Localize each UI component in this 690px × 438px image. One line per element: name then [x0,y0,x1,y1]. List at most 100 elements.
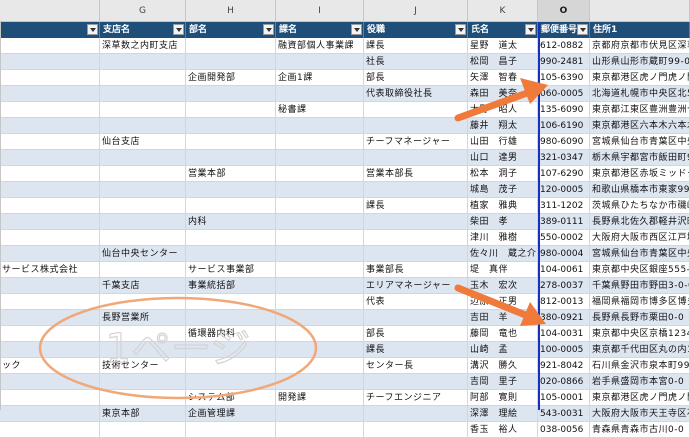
cell-department[interactable]: 事業統括部 [186,278,276,294]
cell-company[interactable] [0,214,100,230]
cell-name[interactable]: 阿部 寛則 [468,390,538,406]
cell-department[interactable] [186,86,276,102]
cell-position[interactable]: 社長 [364,54,468,70]
cell-section[interactable] [276,278,364,294]
cell-postal-code[interactable]: 107-6290 [538,166,590,182]
cell-position[interactable] [364,214,468,230]
cell-position[interactable]: センター長 [364,358,468,374]
cell-postal-code[interactable]: 321-0347 [538,150,590,166]
cell-address[interactable]: 東京都港区虎ノ門虎ノ門 [590,390,690,406]
cell-section[interactable] [276,150,364,166]
cell-branch[interactable] [100,182,186,198]
cell-department[interactable]: 営業本部 [186,166,276,182]
column-letter-g[interactable]: G [100,0,186,22]
cell-name[interactable]: 玉木 宏次 [468,278,538,294]
cell-branch[interactable] [100,422,186,438]
cell-section[interactable] [276,406,364,422]
cell-branch[interactable] [100,342,186,358]
cell-postal-code[interactable]: 980-6090 [538,134,590,150]
cell-company[interactable] [0,134,100,150]
cell-department[interactable]: サービス事業部 [186,262,276,278]
cell-position[interactable] [364,118,468,134]
cell-department[interactable]: システム部 [186,390,276,406]
cell-address[interactable]: 東京都千代田区丸の内1 [590,342,690,358]
cell-name[interactable]: 星野 道太 [468,38,538,54]
column-letter-o[interactable]: O [538,0,590,22]
cell-department[interactable] [186,118,276,134]
cell-name[interactable]: 松岡 昌子 [468,54,538,70]
cell-company[interactable] [0,118,100,134]
cell-company[interactable] [0,70,100,86]
cell-address[interactable]: 東京都港区赤坂ミッドタ [590,166,690,182]
cell-position[interactable]: チーフエンジニア [364,390,468,406]
cell-department[interactable] [186,422,276,438]
cell-postal-code[interactable]: 612-0882 [538,38,590,54]
cell-department[interactable] [186,134,276,150]
cell-company[interactable] [0,54,100,70]
cell-position[interactable]: 営業本部長 [364,166,468,182]
cell-name[interactable]: 矢澤 智春 [468,70,538,86]
cell-section[interactable] [276,294,364,310]
cell-department[interactable] [186,374,276,390]
cell-postal-code[interactable]: 120-0005 [538,182,590,198]
filter-dropdown-icon[interactable] [525,24,536,35]
cell-name[interactable]: 深澤 理絵 [468,406,538,422]
cell-company[interactable] [0,246,100,262]
cell-position[interactable] [364,246,468,262]
cell-address[interactable]: 大阪府大阪市天王寺区石 [590,406,690,422]
cell-branch[interactable]: 千葉支店 [100,278,186,294]
cell-position[interactable]: 課長 [364,38,468,54]
cell-department[interactable]: 企画開発部 [186,70,276,86]
cell-company[interactable] [0,326,100,342]
cell-address[interactable]: 千葉県野田市野田3-0-0 [590,278,690,294]
column-letter-h[interactable]: H [186,0,276,22]
cell-name[interactable]: 藤岡 竜也 [468,326,538,342]
cell-company[interactable] [0,374,100,390]
cell-section[interactable] [276,262,364,278]
cell-postal-code[interactable]: 105-0001 [538,390,590,406]
cell-name[interactable]: 吉岡 里子 [468,374,538,390]
cell-department[interactable]: 内科 [186,214,276,230]
cell-section[interactable] [276,422,364,438]
cell-department[interactable] [186,102,276,118]
cell-position[interactable] [364,150,468,166]
cell-address[interactable]: 山形県山形市蔵町99-0-0 [590,54,690,70]
cell-branch[interactable]: 長野営業所 [100,310,186,326]
cell-postal-code[interactable]: 543-0031 [538,406,590,422]
cell-name[interactable]: 山田 行雄 [468,134,538,150]
cell-company[interactable] [0,278,100,294]
cell-name[interactable]: 吉田 羊 [468,310,538,326]
column-letter-p[interactable] [590,0,690,22]
cell-postal-code[interactable]: 105-6390 [538,70,590,86]
cell-postal-code[interactable]: 311-1202 [538,198,590,214]
cell-section[interactable] [276,54,364,70]
cell-branch[interactable]: 東京本部 [100,406,186,422]
filter-dropdown-icon[interactable] [577,24,588,35]
cell-position[interactable]: 部長 [364,70,468,86]
cell-company[interactable] [0,38,100,54]
cell-department[interactable] [186,358,276,374]
cell-department[interactable] [186,230,276,246]
cell-company[interactable] [0,166,100,182]
cell-address[interactable]: 青森県青森市古川0-0 [590,422,690,438]
cell-company[interactable] [0,390,100,406]
cell-postal-code[interactable]: 104-0031 [538,326,590,342]
cell-section[interactable]: 秘書課 [276,102,364,118]
cell-section[interactable] [276,86,364,102]
cell-department[interactable] [186,182,276,198]
cell-address[interactable]: 福岡県福岡市博多区博多 [590,294,690,310]
cell-address[interactable]: 岩手県盛岡市本宮0-0 [590,374,690,390]
cell-section[interactable] [276,134,364,150]
cell-address[interactable]: 京都府京都市伏見区深草 [590,38,690,54]
cell-name[interactable]: 藤井 翔太 [468,118,538,134]
filter-dropdown-icon[interactable] [455,24,466,35]
cell-department[interactable] [186,294,276,310]
cell-branch[interactable] [100,294,186,310]
cell-address[interactable]: 東京都港区六本木六本木 [590,118,690,134]
cell-branch[interactable] [100,326,186,342]
cell-position[interactable] [364,422,468,438]
cell-company[interactable] [0,230,100,246]
cell-company[interactable]: ック [0,358,100,374]
cell-department[interactable] [186,38,276,54]
filter-dropdown-icon[interactable] [351,24,362,35]
